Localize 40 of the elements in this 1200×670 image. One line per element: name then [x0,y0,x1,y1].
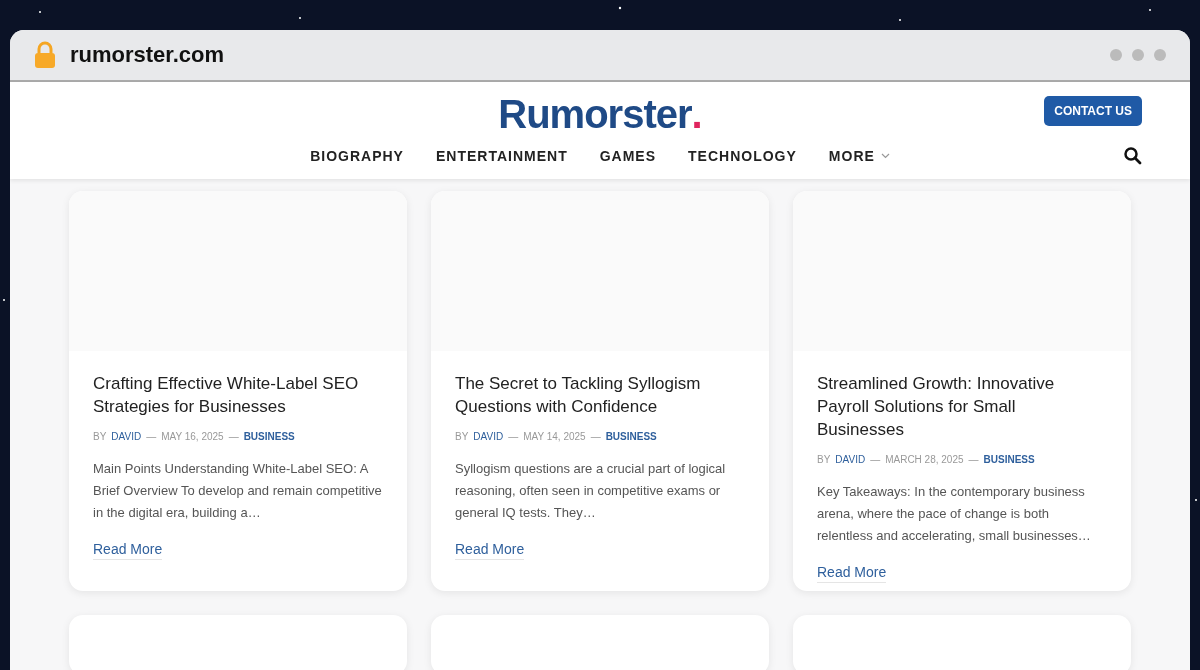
post-excerpt: Main Points Understanding White-Label SEO: A Brief Overview To develop and remain competitive in the digital era, building a… [93,459,383,523]
read-more-link[interactable]: Read More [817,564,887,584]
post-title[interactable]: Crafting Effective White-Label SEO Strategies for Businesses [93,373,383,419]
post-date: MAY 14, 2025 [523,430,586,442]
window-control-icon[interactable] [1154,49,1166,61]
byline-text: BY [455,430,469,442]
nav-link[interactable]: GAMES [599,148,657,164]
post-title[interactable]: The Secret to Tackling Syllogism Questions with Confidence [455,373,745,419]
dash-separator: — [146,430,157,442]
window-control-icon[interactable] [1110,49,1122,61]
read-more-link[interactable]: Read More [93,541,163,561]
dash-separator: — [228,430,239,442]
category-link[interactable]: BUSINESS [243,430,295,442]
author-link[interactable]: DAVID [111,430,142,442]
dash-separator: — [968,453,979,465]
address-text[interactable]: rumorster.com [70,42,225,68]
contact-button[interactable]: CONTACT US [1044,96,1142,126]
post-date: MAY 16, 2025 [161,430,224,442]
site-logo[interactable]: Rumorster. [498,92,702,137]
read-more-link[interactable]: Read More [455,541,525,561]
author-link[interactable]: DAVID [473,430,504,442]
category-link[interactable]: BUSINESS [605,430,657,442]
byline-text: BY [817,453,831,465]
post-excerpt: Syllogism questions are a crucial part of logical reasoning, often seen in competitive exams or general IQ tests. They… [455,459,727,523]
nav-link[interactable]: BIOGRAPHY [310,148,404,164]
dash-separator: — [590,430,601,442]
nav-link[interactable]: ENTERTAINMENT [435,148,568,164]
search-icon[interactable] [1124,147,1142,165]
nav-link[interactable]: MORE [828,148,890,164]
dash-separator: — [508,430,519,442]
post-excerpt: Key Takeaways: In the contemporary business arena, where the pace of change is both relentless and accelerating, small businesses… [817,482,1092,545]
category-link[interactable]: BUSINESS [983,453,1035,465]
author-link[interactable]: DAVID [835,453,866,465]
window-control-icon[interactable] [1132,49,1144,61]
nav-link[interactable]: TECHNOLOGY [688,148,797,164]
lock-icon [34,41,56,69]
dash-separator: — [870,453,881,465]
byline-text: BY [93,430,107,442]
post-title[interactable]: Streamlined Growth: Innovative Payroll Solutions for Small Businesses [817,373,1107,442]
post-date: MARCH 28, 2025 [885,453,964,465]
